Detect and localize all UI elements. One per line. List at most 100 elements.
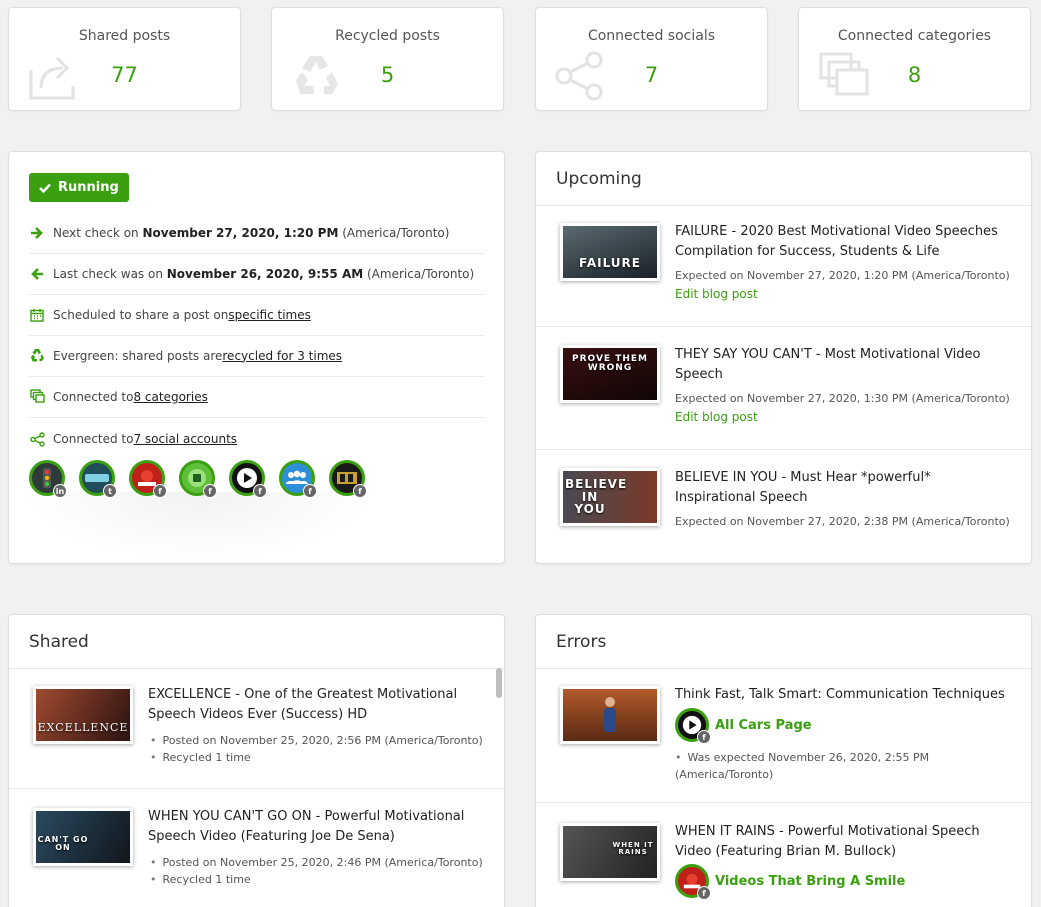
next-check-row: Next check on November 27, 2020, 1:20 PM…	[29, 212, 484, 254]
error-item: Think Fast, Talk Smart: Communication Te…	[536, 669, 1031, 803]
post-posted: Posted on November 25, 2020, 2:56 PM (Am…	[150, 732, 494, 749]
recycle-icon	[29, 348, 45, 364]
linkedin-icon: in	[53, 484, 67, 498]
account-avatar: f	[675, 708, 711, 744]
status-panel: Running Next check on November 27, 2020,…	[8, 151, 505, 564]
specific-times-link[interactable]: specific times	[228, 308, 311, 322]
schedule-text: Scheduled to share a post on	[53, 307, 229, 322]
post-thumbnail[interactable]: WHEN IT RAINS	[560, 823, 660, 881]
stat-value: 7	[644, 63, 659, 87]
evergreen-row: Evergreen: shared posts are recycled for…	[29, 335, 484, 377]
running-label: Running	[58, 180, 119, 195]
stat-card-shared: Shared posts 77	[8, 7, 241, 111]
post-recycled: Recycled 1 time	[150, 749, 494, 766]
upcoming-item: PROVE THEM WRONG THEY SAY YOU CAN'T - Mo…	[536, 327, 1031, 450]
post-title: BELIEVE IN YOU - Must Hear *powerful* In…	[675, 470, 931, 505]
stat-card-categories: Connected categories 8	[798, 7, 1031, 111]
stat-card-socials: Connected socials 7	[535, 7, 768, 111]
error-expected: Was expected November 26, 2020, 2:55 PM …	[675, 749, 971, 783]
schedule-row: Scheduled to share a post on specific ti…	[29, 294, 484, 336]
shared-title: Shared	[9, 615, 504, 669]
upcoming-panel: Upcoming FAILURE FAILURE - 2020 Best Mot…	[535, 151, 1032, 564]
post-thumbnail[interactable]: EXCELLENCE	[33, 686, 133, 744]
post-title: Think Fast, Talk Smart: Communication Te…	[675, 687, 1005, 702]
errors-title: Errors	[536, 615, 1031, 669]
categories-row: Connected to 8 categories	[29, 376, 484, 418]
categories-icon	[29, 389, 45, 405]
post-thumbnail[interactable]: FAILURE	[560, 223, 660, 281]
socials-row: Connected to 7 social accounts	[29, 418, 484, 460]
post-expected: Expected on November 27, 2020, 1:20 PM (…	[675, 269, 1010, 282]
error-item: WHEN IT RAINS WHEN IT RAINS - Powerful M…	[536, 803, 1031, 907]
post-thumbnail[interactable]: CAN'T GO ON	[33, 808, 133, 866]
check-icon	[39, 183, 51, 193]
post-recycled: Recycled 1 time	[150, 871, 494, 888]
post-title: WHEN YOU CAN'T GO ON - Powerful Motivati…	[148, 809, 465, 844]
upcoming-item: FAILURE FAILURE - 2020 Best Motivational…	[536, 206, 1031, 327]
facebook-icon: f	[203, 484, 217, 498]
facebook-icon: f	[697, 730, 711, 744]
post-thumbnail[interactable]: PROVE THEM WRONG	[560, 345, 660, 403]
social-account-avatar[interactable]: f	[129, 460, 167, 498]
facebook-icon: f	[353, 484, 367, 498]
be-logo-icon	[337, 472, 357, 484]
social-account-avatar[interactable]: f	[179, 460, 217, 498]
edit-blog-post-link[interactable]: Edit blog post	[675, 410, 758, 424]
upcoming-title: Upcoming	[536, 152, 1031, 206]
post-posted: Posted on November 25, 2020, 2:46 PM (Am…	[150, 854, 494, 871]
calendar-icon	[29, 307, 45, 323]
shared-item: CAN'T GO ON WHEN YOU CAN'T GO ON - Power…	[9, 789, 504, 907]
social-account-avatar[interactable]: t	[79, 460, 117, 498]
social-accounts-list: in t f f f f f	[29, 460, 367, 498]
facebook-icon: f	[253, 484, 267, 498]
stat-value: 77	[111, 63, 138, 87]
stat-label: Connected categories	[837, 28, 992, 44]
arrow-right-icon	[29, 225, 45, 241]
last-check-row: Last check was on November 26, 2020, 9:5…	[29, 253, 484, 295]
account-name: Videos That Bring A Smile	[715, 873, 906, 889]
socials-text: Connected to	[53, 432, 134, 446]
share-nodes-icon	[29, 431, 45, 447]
post-title: EXCELLENCE - One of the Greatest Motivat…	[148, 687, 458, 722]
next-check-text: Next check on November 27, 2020, 1:20 PM…	[53, 225, 450, 240]
traffic-light-icon	[43, 468, 51, 488]
account-name: All Cars Page	[715, 717, 812, 733]
avatar-shadow	[19, 492, 379, 562]
last-check-text: Last check was on November 26, 2020, 9:5…	[53, 266, 475, 281]
arrow-left-icon	[29, 266, 45, 282]
stat-card-recycled: Recycled posts 5	[271, 7, 504, 111]
speaker-figure-icon	[604, 697, 616, 732]
categories-text: Connected to	[53, 389, 134, 404]
social-account-avatar[interactable]: f	[229, 460, 267, 498]
facebook-icon: f	[153, 484, 167, 498]
post-title: THEY SAY YOU CAN'T - Most Motivational V…	[675, 347, 981, 382]
shared-item: EXCELLENCE EXCELLENCE - One of the Great…	[9, 669, 504, 789]
social-accounts-link[interactable]: 7 social accounts	[133, 432, 237, 446]
errors-panel: Errors Think Fast, Talk Smart: Communica…	[535, 614, 1032, 907]
stat-label: Recycled posts	[335, 28, 440, 44]
error-account[interactable]: f All Cars Page	[675, 708, 812, 744]
post-title: FAILURE - 2020 Best Motivational Video S…	[675, 224, 998, 259]
recycled-times-link[interactable]: recycled for 3 times	[222, 349, 342, 363]
running-badge: Running	[29, 173, 129, 202]
stat-value: 8	[907, 63, 922, 87]
error-account[interactable]: f Videos That Bring A Smile	[675, 864, 906, 900]
twitter-icon: t	[103, 484, 117, 498]
post-expected: Expected on November 27, 2020, 1:30 PM (…	[675, 392, 1010, 405]
shared-panel: Shared EXCELLENCE EXCELLENCE - One of th…	[8, 614, 505, 907]
stat-value: 5	[380, 63, 395, 87]
post-thumbnail[interactable]: BELIEVE IN YOU	[560, 468, 660, 526]
social-account-avatar[interactable]: in	[29, 460, 67, 498]
facebook-icon: f	[303, 484, 317, 498]
edit-blog-post-link[interactable]: Edit blog post	[675, 287, 758, 301]
post-thumbnail[interactable]	[560, 686, 660, 744]
post-title: WHEN IT RAINS - Powerful Motivational Sp…	[675, 824, 980, 859]
social-account-avatar[interactable]: f	[279, 460, 317, 498]
music-logo-icon	[85, 474, 109, 482]
upcoming-item: BELIEVE IN YOU BELIEVE IN YOU - Must Hea…	[536, 450, 1031, 528]
shared-scrollbar[interactable]	[496, 668, 502, 698]
categories-link[interactable]: 8 categories	[133, 390, 207, 404]
social-account-avatar[interactable]: f	[329, 460, 367, 498]
evergreen-text: Evergreen: shared posts are	[53, 348, 223, 363]
account-avatar: f	[675, 864, 711, 900]
